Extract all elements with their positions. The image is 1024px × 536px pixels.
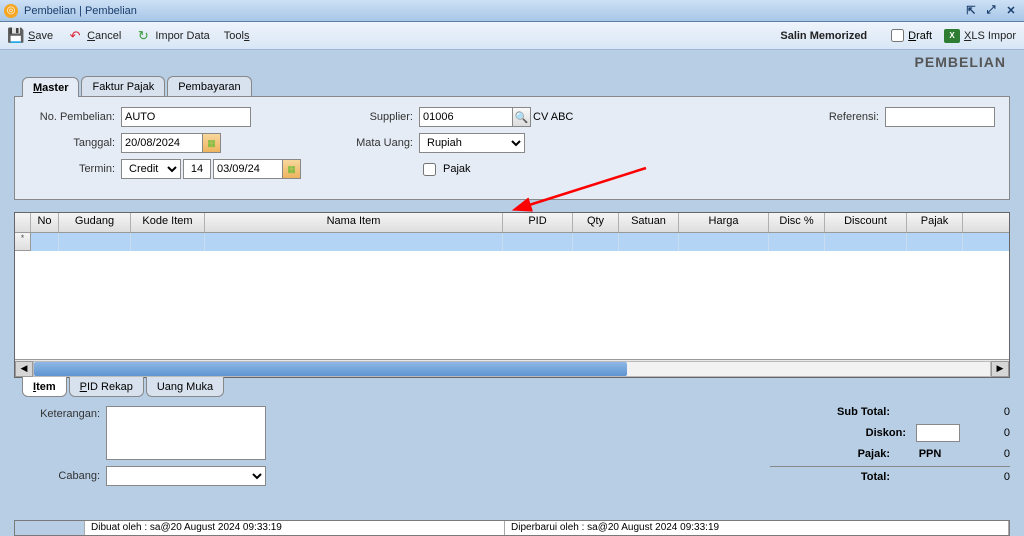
tools-menu[interactable]: Tools [224, 30, 250, 42]
label-pajak-check: Pajak [443, 163, 471, 175]
tab-faktur-pajak[interactable]: Faktur Pajak [81, 76, 165, 96]
status-updated: Diperbarui oleh : sa@20 August 2024 09:3… [505, 521, 1009, 535]
value-total: 0 [960, 471, 1010, 483]
col-satuan[interactable]: Satuan [619, 213, 679, 232]
tab-master[interactable]: Master [22, 77, 79, 97]
scroll-thumb[interactable] [34, 362, 627, 376]
detach-icon[interactable]: ⇱ [962, 3, 980, 19]
value-pajak: 0 [960, 448, 1010, 460]
calendar-icon: ▦ [287, 164, 296, 175]
status-created: Dibuat oleh : sa@20 August 2024 09:33:19 [85, 521, 505, 535]
label-diskon: Diskon: [826, 427, 916, 439]
bottom-tabstrip: Item PID Rekap Uang Muka [22, 378, 1010, 398]
scroll-left-button[interactable]: ◀ [15, 361, 33, 377]
col-disc-pct[interactable]: Disc % [769, 213, 825, 232]
xls-import-button[interactable]: X XLS Impor [944, 29, 1016, 43]
status-bar: Dibuat oleh : sa@20 August 2024 09:33:19… [14, 520, 1010, 536]
termin-days-input[interactable] [183, 159, 211, 179]
value-diskon: 0 [960, 427, 1010, 439]
app-icon: ◎ [4, 4, 18, 18]
cancel-icon: ↶ [67, 28, 83, 44]
tab-item[interactable]: Item [22, 377, 67, 397]
termin-type-select[interactable]: Credit [121, 159, 181, 179]
col-qty[interactable]: Qty [573, 213, 619, 232]
grid-new-row[interactable]: * [15, 233, 1009, 251]
referensi-input[interactable] [885, 107, 995, 127]
value-subtotal: 0 [960, 406, 1010, 418]
col-harga[interactable]: Harga [679, 213, 769, 232]
tanggal-input[interactable] [121, 133, 203, 153]
top-tabstrip: Master Faktur Pajak Pembayaran [22, 76, 1010, 96]
pajak-checkbox[interactable] [423, 163, 436, 176]
window-titlebar: ◎ Pembelian | Pembelian ⇱ ⤢ ✕ [0, 0, 1024, 22]
maximize-icon[interactable]: ⤢ [982, 3, 1000, 19]
grid-header: No Gudang Kode Item Nama Item PID Qty Sa… [15, 213, 1009, 233]
col-kode-item[interactable]: Kode Item [131, 213, 205, 232]
pajak-name: PPN [900, 448, 960, 460]
cancel-button[interactable]: ↶ Cancel [67, 28, 121, 44]
salin-memorized-button[interactable]: Salin Memorized [780, 30, 867, 42]
termin-due-picker-button[interactable]: ▦ [283, 159, 301, 179]
save-button[interactable]: 💾 Save [8, 28, 53, 44]
termin-due-input[interactable] [213, 159, 283, 179]
col-gudang[interactable]: Gudang [59, 213, 131, 232]
tab-uang-muka[interactable]: Uang Muka [146, 377, 224, 397]
cabang-select[interactable] [106, 466, 266, 486]
label-pajak-total: Pajak: [810, 448, 900, 460]
supplier-lookup-button[interactable]: 🔍 [513, 107, 531, 127]
tab-pid-rekap[interactable]: PID Rekap [69, 377, 144, 397]
totals-panel: Sub Total: 0 Diskon: 0 Pajak: PPN 0 Tota… [750, 406, 1010, 492]
supplier-code-input[interactable] [419, 107, 513, 127]
xls-icon: X [944, 29, 960, 43]
keterangan-textarea[interactable] [106, 406, 266, 460]
col-pid[interactable]: PID [503, 213, 573, 232]
page-title: PEMBELIAN [0, 50, 1024, 76]
calendar-icon: ▦ [207, 138, 216, 149]
label-referensi: Referensi: [815, 111, 885, 123]
col-nama-item[interactable]: Nama Item [205, 213, 503, 232]
label-subtotal: Sub Total: [810, 406, 900, 418]
tanggal-picker-button[interactable]: ▦ [203, 133, 221, 153]
col-discount[interactable]: Discount [825, 213, 907, 232]
toolbar: 💾 Save ↶ Cancel ↻ Impor Data Tools Salin… [0, 22, 1024, 50]
supplier-name: CV ABC [533, 111, 573, 123]
col-pajak[interactable]: Pajak [907, 213, 963, 232]
tab-pembayaran[interactable]: Pembayaran [167, 76, 251, 96]
label-tanggal: Tanggal: [29, 137, 121, 149]
import-data-button[interactable]: ↻ Impor Data [135, 28, 209, 44]
diskon-pct-input[interactable] [916, 424, 960, 442]
scroll-right-button[interactable]: ▶ [991, 361, 1009, 377]
no-pembelian-input[interactable] [121, 107, 251, 127]
search-icon: 🔍 [515, 111, 529, 124]
label-cabang: Cabang: [14, 470, 106, 482]
label-supplier: Supplier: [339, 111, 419, 123]
save-icon: 💾 [8, 28, 24, 44]
label-no-pembelian: No. Pembelian: [29, 111, 121, 123]
grid-hscrollbar[interactable]: ◀ ▶ [15, 359, 1009, 377]
col-no[interactable]: No [31, 213, 59, 232]
draft-label: Draft [908, 30, 932, 42]
refresh-icon: ↻ [135, 28, 151, 44]
label-mata-uang: Mata Uang: [339, 137, 419, 149]
close-icon[interactable]: ✕ [1002, 3, 1020, 19]
master-panel: No. Pembelian: Supplier: 🔍 CV ABC Refere… [14, 96, 1010, 200]
label-termin: Termin: [29, 163, 121, 175]
mata-uang-select[interactable]: Rupiah [419, 133, 525, 153]
items-grid[interactable]: No Gudang Kode Item Nama Item PID Qty Sa… [14, 212, 1010, 378]
label-keterangan: Keterangan: [14, 406, 106, 420]
window-title: Pembelian | Pembelian [24, 5, 960, 17]
draft-checkbox[interactable] [891, 29, 904, 42]
label-total: Total: [810, 471, 900, 483]
